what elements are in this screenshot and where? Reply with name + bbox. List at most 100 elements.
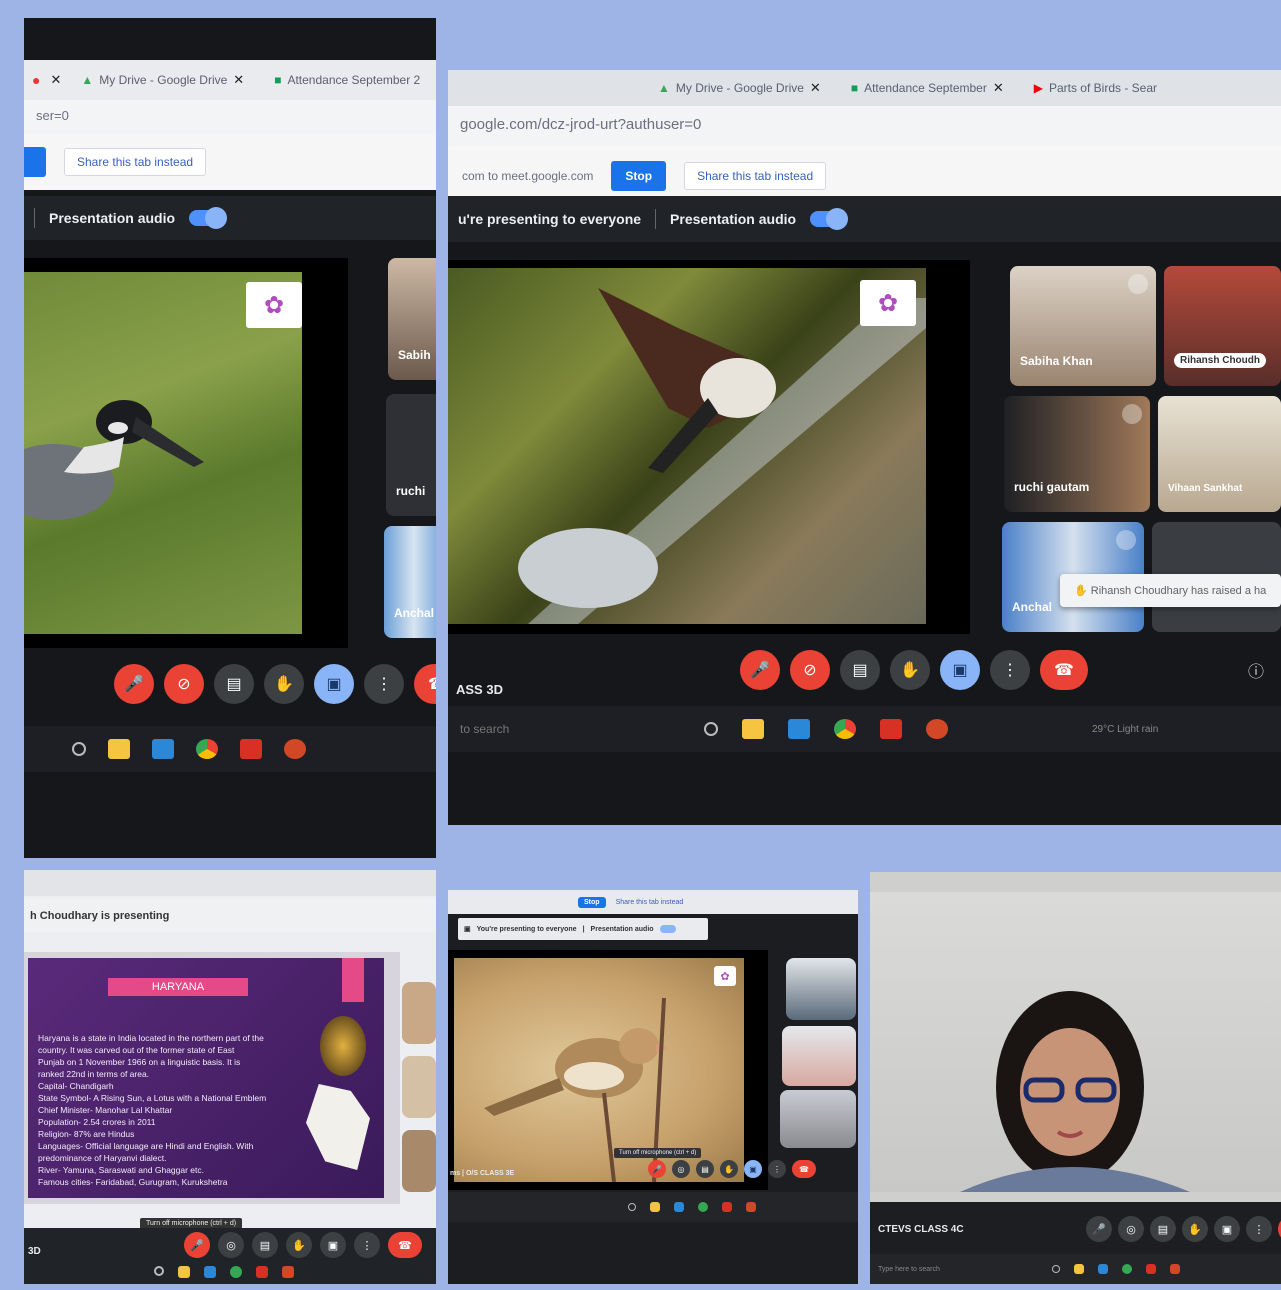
presentation-audio-toggle[interactable]	[659, 925, 676, 933]
participant-tile: Sabih	[388, 258, 436, 380]
chrome-icon[interactable]	[834, 719, 856, 739]
captions-icon[interactable]: ▤	[1150, 1216, 1176, 1242]
present-screen-icon[interactable]: ▣	[940, 650, 980, 690]
acrobat-icon[interactable]	[880, 719, 902, 739]
camera-off-icon[interactable]: ⊘	[164, 664, 204, 704]
mail-icon[interactable]	[204, 1266, 216, 1278]
camera-icon[interactable]: ◎	[672, 1160, 690, 1178]
present-screen-icon[interactable]: ▣	[1214, 1216, 1240, 1242]
present-screen-icon[interactable]: ▣	[744, 1160, 762, 1178]
camera-icon[interactable]: ◎	[218, 1232, 244, 1258]
stop-button[interactable]	[24, 147, 46, 177]
drive-icon: ▲	[658, 81, 670, 95]
raise-hand-icon[interactable]: ✋	[264, 664, 304, 704]
raise-hand-icon[interactable]: ✋	[286, 1232, 312, 1258]
slide-ribbon	[342, 958, 364, 1002]
mail-icon[interactable]	[788, 719, 810, 739]
collage-photo-3: h Choudhary is presenting HARYANA Haryan…	[24, 870, 436, 1284]
browser-tab[interactable]: ▲ My Drive - Google Drive ✕	[648, 76, 831, 100]
powerpoint-icon[interactable]	[1170, 1264, 1180, 1274]
search-circle-icon[interactable]	[72, 742, 86, 756]
acrobat-icon[interactable]	[240, 739, 262, 759]
presenting-bar: h Choudhary is presenting	[24, 898, 436, 932]
presentation-audio-toggle[interactable]	[810, 208, 849, 230]
raise-hand-icon[interactable]: ✋	[890, 650, 930, 690]
chrome-icon[interactable]	[698, 1202, 708, 1212]
file-explorer-icon[interactable]	[742, 719, 764, 739]
search-circle-icon[interactable]	[704, 722, 718, 736]
powerpoint-icon[interactable]	[282, 1266, 294, 1278]
close-icon[interactable]: ✕	[993, 80, 1004, 96]
present-screen-icon[interactable]: ▣	[320, 1232, 346, 1258]
mail-icon[interactable]	[1098, 1264, 1108, 1274]
close-icon[interactable]: ✕	[50, 72, 61, 88]
close-icon[interactable]: ●	[32, 72, 40, 88]
chrome-icon[interactable]	[196, 739, 218, 759]
file-explorer-icon[interactable]	[650, 1202, 660, 1212]
captions-icon[interactable]: ▤	[214, 664, 254, 704]
end-call-icon[interactable]: ☎	[1040, 650, 1088, 690]
search-circle-icon[interactable]	[154, 1266, 164, 1276]
mic-off-icon[interactable]: 🎤	[114, 664, 154, 704]
present-screen-icon[interactable]: ▣	[314, 664, 354, 704]
tooltip: Turn off microphone (ctrl + d)	[614, 1148, 702, 1158]
mail-icon[interactable]	[152, 739, 174, 759]
mic-off-icon[interactable]: 🎤	[184, 1232, 210, 1258]
browser-tab[interactable]: ▲ My Drive - Google Drive ✕	[71, 68, 254, 92]
browser-tab-bar: ● ✕ ▲ My Drive - Google Drive ✕ ■ Attend…	[24, 60, 436, 100]
info-icon[interactable]: ⓘ	[1248, 658, 1264, 682]
end-call-icon[interactable]: ☎	[792, 1160, 816, 1178]
share-tab-button[interactable]: Share this tab instead	[616, 899, 684, 906]
url-bar[interactable]: ser=0	[24, 100, 436, 134]
file-explorer-icon[interactable]	[108, 739, 130, 759]
more-options-icon[interactable]: ⋮	[990, 650, 1030, 690]
powerpoint-icon[interactable]	[926, 719, 948, 739]
more-options-icon[interactable]: ⋮	[364, 664, 404, 704]
close-icon[interactable]: ✕	[233, 72, 244, 88]
mic-off-icon[interactable]: 🎤	[648, 1160, 666, 1178]
hand-raised-notification[interactable]: ✋ Rihansh Choudhary has raised a ha	[1060, 574, 1281, 607]
taskbar-search-box[interactable]: to search	[460, 722, 680, 736]
close-icon[interactable]: ✕	[810, 80, 821, 96]
end-call-icon[interactable]: ☎	[388, 1232, 422, 1258]
mic-off-icon[interactable]: 🎤	[740, 650, 780, 690]
more-options-icon[interactable]: ⋮	[354, 1232, 380, 1258]
presentation-audio-toggle[interactable]	[189, 207, 228, 229]
browser-tab-bar: ▲ My Drive - Google Drive ✕ ■ Attendance…	[448, 70, 1281, 106]
browser-tab[interactable]: ■ Attendance September 2	[264, 69, 430, 91]
more-options-icon[interactable]: ⋮	[768, 1160, 786, 1178]
powerpoint-icon[interactable]	[746, 1202, 756, 1212]
chrome-icon[interactable]	[1122, 1264, 1132, 1274]
captions-icon[interactable]: ▤	[252, 1232, 278, 1258]
acrobat-icon[interactable]	[722, 1202, 732, 1212]
powerpoint-icon[interactable]	[284, 739, 306, 759]
captions-icon[interactable]: ▤	[696, 1160, 714, 1178]
more-options-icon[interactable]: ⋮	[1246, 1216, 1272, 1242]
file-explorer-icon[interactable]	[1074, 1264, 1084, 1274]
end-call-icon[interactable]: ☎	[414, 664, 436, 704]
raise-hand-icon[interactable]: ✋	[1182, 1216, 1208, 1242]
taskbar-search-box[interactable]: Type here to search	[878, 1266, 1038, 1273]
chrome-icon[interactable]	[230, 1266, 242, 1278]
search-circle-icon[interactable]	[628, 1203, 636, 1211]
captions-icon[interactable]: ▤	[840, 650, 880, 690]
share-tab-button[interactable]: Share this tab instead	[684, 162, 827, 190]
raise-hand-icon: ✋	[1074, 585, 1091, 597]
teacher-video	[870, 892, 1281, 1192]
acrobat-icon[interactable]	[1146, 1264, 1156, 1274]
search-circle-icon[interactable]	[1052, 1265, 1060, 1273]
share-tab-button[interactable]: Share this tab instead	[64, 148, 207, 176]
file-explorer-icon[interactable]	[178, 1266, 190, 1278]
mail-icon[interactable]	[674, 1202, 684, 1212]
camera-icon[interactable]: ◎	[1118, 1216, 1144, 1242]
camera-off-icon[interactable]: ⊘	[790, 650, 830, 690]
url-bar[interactable]: google.com/dcz-jrod-urt?authuser=0	[448, 106, 1281, 146]
bird-illustration	[518, 288, 926, 624]
acrobat-icon[interactable]	[256, 1266, 268, 1278]
mic-icon[interactable]: 🎤	[1086, 1216, 1112, 1242]
stop-button[interactable]: Stop	[578, 896, 606, 908]
raise-hand-icon[interactable]: ✋	[720, 1160, 738, 1178]
stop-button[interactable]: Stop	[611, 161, 667, 191]
browser-tab[interactable]: ▶ Parts of Birds - Sear	[1024, 77, 1167, 99]
browser-tab[interactable]: ■ Attendance September ✕	[841, 76, 1014, 100]
